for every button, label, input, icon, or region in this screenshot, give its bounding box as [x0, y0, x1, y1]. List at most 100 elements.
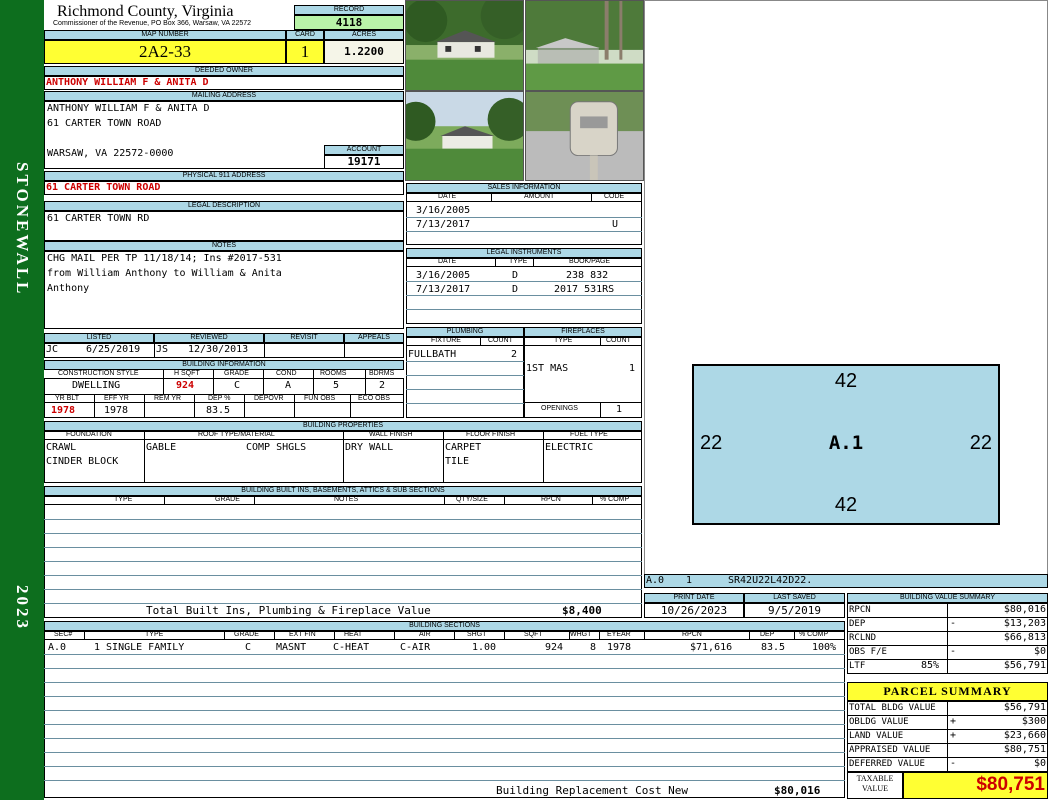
ext-fin-header: EXT FIN — [289, 631, 316, 638]
foundation-header: FOUNDATION — [66, 431, 112, 438]
replacement-cost-label: Building Replacement Cost New — [496, 784, 689, 797]
sale-code-2: U — [612, 219, 619, 230]
fireplaces-label: FIREPLACES — [524, 327, 642, 337]
sales-date-header: DATE — [438, 193, 457, 200]
section-comp-header: % COMP — [799, 631, 829, 638]
record-label: RECORD — [294, 5, 404, 15]
builtins-notes-header: NOTES — [334, 496, 359, 503]
district-name: STONEWALL — [13, 162, 32, 297]
deeded-owner-name: ANTHONY WILLIAM F & ANITA D — [46, 77, 209, 88]
shgt-header: SHGT — [467, 631, 487, 638]
vs-rclnd-value: $66,813 — [1003, 632, 1046, 643]
acres-value: 1.2200 — [324, 40, 404, 64]
sketch-drawing: 42 42 22 22 A.1 — [692, 364, 1000, 525]
sale-date-2: 7/13/2017 — [416, 219, 471, 230]
vs-rpcn-label: RPCN — [849, 605, 871, 615]
eyear-header: EYEAR — [607, 631, 631, 638]
vs-ltf-pct: 85% — [921, 660, 940, 671]
sale-date-1: 3/16/2005 — [416, 205, 471, 216]
map-number: 2A2-33 — [44, 40, 286, 64]
ps-land-label: LAND VALUE — [849, 731, 904, 741]
depovr-header: DEPOVR — [254, 395, 284, 402]
legal-instruments-label: LEGAL INSTRUMENTS — [406, 248, 642, 258]
section-ext-fin: MASNT — [276, 642, 307, 653]
section-grade-header: GRADE — [234, 631, 259, 638]
plumbing-count-header: COUNT — [488, 337, 513, 344]
instrument-date-1: 3/16/2005 — [416, 270, 471, 281]
revisit-label: REVISIT — [264, 333, 344, 343]
rem-yr-header: REM YR — [154, 395, 182, 402]
mailing-line-3: WARSAW, VA 22572-0000 — [47, 148, 174, 159]
building-grade: C — [234, 380, 241, 391]
notes-label: NOTES — [44, 241, 404, 251]
openings-count: 1 — [616, 404, 623, 415]
floor-finish-2: TILE — [445, 456, 470, 467]
sales-amount-header: AMOUNT — [524, 193, 555, 200]
vs-rpcn-value: $80,016 — [1003, 604, 1046, 615]
foundation-type: CRAWL — [46, 442, 77, 453]
notes-line-1: CHG MAIL PER TP 11/18/14; Ins #2017-531 — [47, 253, 282, 264]
vs-dep-label: DEP — [849, 619, 866, 629]
air-header: AIR — [419, 631, 431, 638]
reviewed-label: REVIEWED — [154, 333, 264, 343]
taxable-label-1: TAXABLE — [856, 774, 894, 783]
fun-obs-header: FUN OBS — [304, 395, 336, 402]
ps-obldg-value: $300 — [1021, 716, 1046, 727]
physical-address: 61 CARTER TOWN ROAD — [46, 182, 161, 193]
house-front-photo — [405, 0, 524, 91]
section-dep-header: DEP — [760, 631, 775, 638]
ps-land-value: $23,660 — [1003, 730, 1046, 741]
dep-pct-header: DEP % — [208, 395, 231, 402]
instrument-type-1: D — [512, 270, 519, 281]
ps-total-bldg-value: $56,791 — [1003, 702, 1046, 713]
instrument-type-header: TYPE — [509, 258, 528, 265]
openings-label: OPENINGS — [541, 405, 578, 412]
built-ins-total: $8,400 — [562, 604, 602, 617]
appeals-label: APPEALS — [344, 333, 404, 343]
sketch-caption-section: A.0 — [646, 575, 665, 586]
grade-header: GRADE — [224, 370, 249, 377]
heated-sqft: 924 — [176, 380, 195, 391]
mailing-line-1: ANTHONY WILLIAM F & ANITA D — [47, 103, 210, 114]
fixture-count: 2 — [511, 349, 518, 360]
print-date: 10/26/2023 — [644, 603, 744, 618]
vs-dep-value: $13,203 — [1003, 618, 1046, 629]
wall-finish: DRY WALL — [345, 442, 394, 453]
foundation-material: CINDER BLOCK — [46, 456, 119, 467]
listed-date: 6/25/2019 — [86, 344, 141, 355]
depreciation-pct: 83.5 — [206, 405, 231, 416]
building-info-label: BUILDING INFORMATION — [44, 360, 404, 370]
instrument-date-2: 7/13/2017 — [416, 284, 471, 295]
builtins-rpcn-header: RPCN — [541, 496, 561, 503]
notes-line-3: Anthony — [47, 283, 90, 294]
eco-obs-header: ECO OBS — [358, 395, 390, 402]
tax-year: 2023 — [13, 585, 32, 631]
eff-yr-header: EFF YR — [104, 395, 129, 402]
sketch-caption-number: 1 — [686, 575, 693, 586]
ps-obldg-label: OBLDG VALUE — [849, 717, 909, 727]
legal-description-label: LEGAL DESCRIPTION — [44, 201, 404, 211]
section-air: C-AIR — [400, 642, 431, 653]
replacement-cost: $80,016 — [774, 784, 821, 797]
ps-deferred-value: $0 — [1033, 758, 1046, 769]
sales-code-header: CODE — [604, 193, 625, 200]
card-label: CARD — [286, 30, 324, 40]
notes-line-2: from William Anthony to William & Anita — [47, 268, 282, 279]
section-eyear: 1978 — [607, 642, 632, 653]
reviewed-date: 12/30/2013 — [188, 344, 249, 355]
carport-photo — [525, 0, 644, 91]
building-properties-label: BUILDING PROPERTIES — [44, 421, 642, 431]
roof-header: ROOF TYPE/MATERIAL — [198, 431, 275, 438]
fuel-type: ELECTRIC — [545, 442, 594, 453]
rooms-count: 5 — [333, 380, 340, 391]
builtins-grade-header: GRADE — [215, 496, 240, 503]
built-ins-label: BUILDING BUILT INS, BASEMENTS, ATTICS & … — [44, 486, 642, 496]
heat-header: HEAT — [344, 631, 363, 638]
sales-info-label: SALES INFORMATION — [406, 183, 642, 193]
section-dep: 83.5 — [761, 642, 786, 653]
account-label: ACCOUNT — [324, 145, 404, 155]
construction-style: DWELLING — [72, 380, 121, 391]
section-comp: 100% — [812, 642, 837, 653]
builtins-qty-header: QTY/SIZE — [456, 496, 488, 503]
sketch-caption-code: SR42U22L42D22. — [728, 575, 813, 586]
